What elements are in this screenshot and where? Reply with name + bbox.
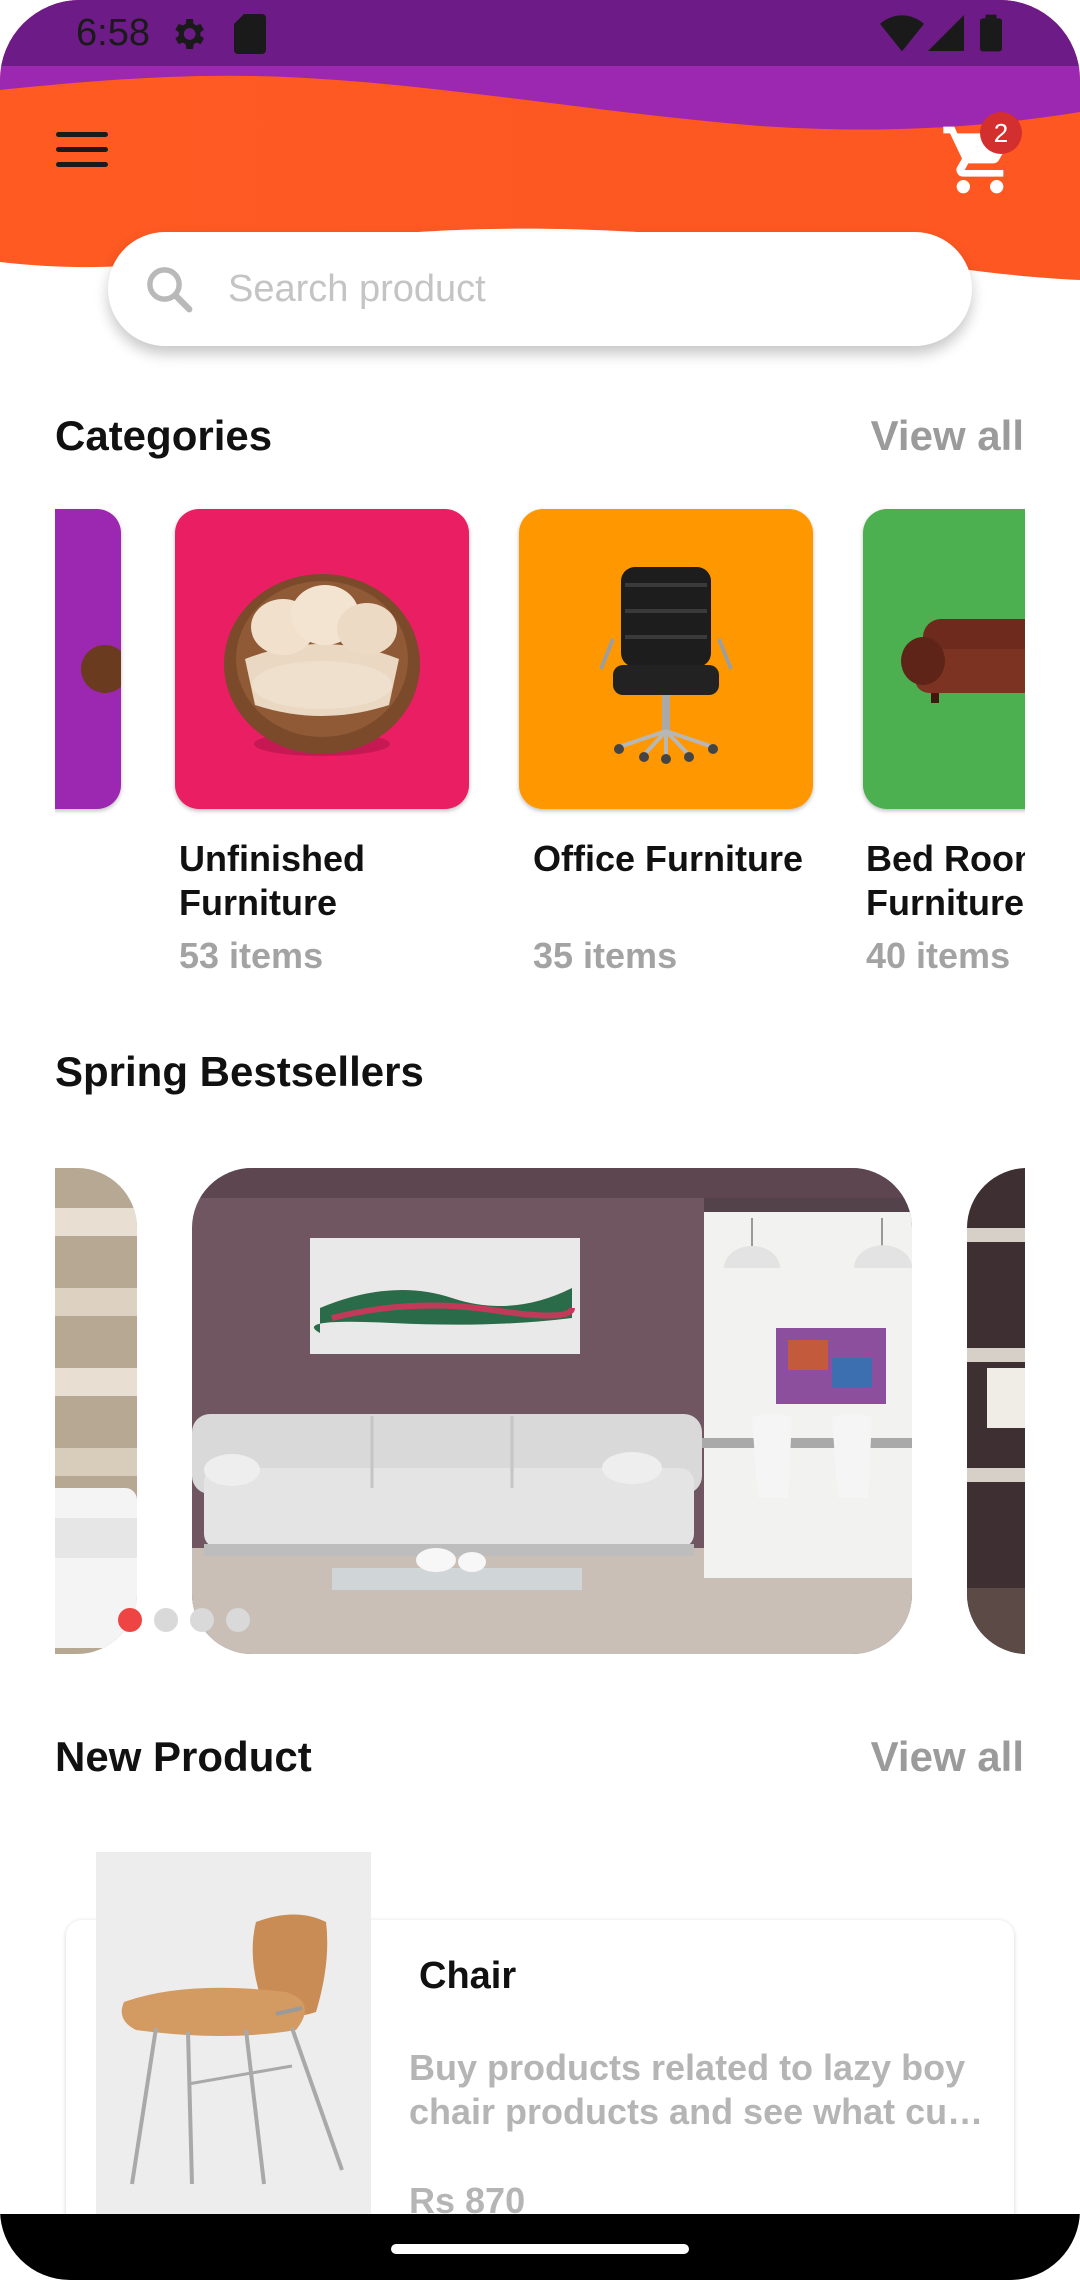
category-card-unfinished-furniture[interactable]: [175, 509, 469, 809]
cart-count-badge: 2: [980, 112, 1022, 154]
product-description-line: Buy products related to lazy boy: [409, 2047, 966, 2088]
search-icon: [147, 267, 193, 313]
wifi-icon: [880, 15, 924, 52]
carousel-dot[interactable]: [226, 1608, 250, 1632]
room-image: [967, 1168, 1025, 1654]
carousel-dot[interactable]: [190, 1608, 214, 1632]
category-name-line: Bed Room: [866, 838, 1025, 879]
categories-list: Unfinished Furniture 53 items Office Fur…: [55, 505, 1025, 985]
carousel-dot[interactable]: [118, 1608, 142, 1632]
category-name-line: Office Furniture: [533, 838, 804, 879]
product-description: Buy products related to lazy boy chair p…: [409, 2046, 989, 2134]
carousel-slide-active[interactable]: [192, 1168, 912, 1654]
category-name-line: Furniture: [179, 882, 337, 923]
category-name: Office Furniture: [533, 837, 803, 881]
category-name: Unfinished Furniture: [179, 837, 365, 925]
wicker-chair-image: [224, 574, 420, 756]
product-image[interactable]: [96, 1852, 371, 2252]
signal-icon: [928, 15, 964, 51]
carousel-slide-previous[interactable]: [55, 1168, 137, 1654]
home-gesture-handle[interactable]: [391, 2244, 689, 2254]
category-card-partial[interactable]: [55, 509, 121, 809]
category-count: 40 items: [866, 935, 1011, 976]
app-screen: 6:58 2 Categories: [0, 0, 1080, 2280]
carousel-dot[interactable]: [154, 1608, 178, 1632]
office-chair-image: [599, 567, 733, 764]
room-image: [55, 1168, 137, 1654]
search-input[interactable]: [228, 260, 928, 318]
leather-sofa-image: [901, 619, 1025, 703]
battery-icon: [980, 14, 1002, 52]
bestsellers-carousel[interactable]: [55, 1168, 1025, 1654]
navigation-bar: [0, 2214, 1080, 2280]
category-count: 35 items: [533, 935, 678, 976]
bestsellers-title: Spring Bestsellers: [55, 1048, 424, 1095]
status-time: 6:58: [76, 12, 150, 54]
category-name-line: Furniture: [866, 882, 1024, 923]
category-card-bed-room-furniture[interactable]: [863, 509, 1025, 809]
chair-image: [121, 1914, 344, 2185]
carousel-slide-next[interactable]: [967, 1168, 1025, 1654]
product-description-line: chair products and see what cu…: [409, 2091, 984, 2132]
status-bar: 6:58: [0, 0, 1080, 66]
category-card-office-furniture[interactable]: [519, 509, 813, 809]
category-name: Bed Room Furniture: [866, 837, 1025, 925]
menu-icon-bar: [56, 147, 108, 152]
categories-view-all-link[interactable]: View all: [871, 412, 1024, 460]
search-bar[interactable]: [108, 232, 972, 346]
settings-icon: [175, 19, 204, 49]
new-product-title: New Product: [55, 1733, 312, 1780]
menu-button[interactable]: [56, 132, 120, 182]
new-product-view-all-link[interactable]: View all: [871, 1733, 1024, 1781]
carousel-indicator: [118, 1608, 250, 1632]
product-name: Chair: [419, 1955, 517, 1997]
categories-title: Categories: [55, 412, 273, 459]
category-name-line: Unfinished: [179, 838, 365, 879]
sd-card-icon: [234, 14, 266, 54]
sofa-image: [81, 645, 121, 693]
living-room-image: [192, 1168, 912, 1654]
category-count: 53 items: [179, 935, 324, 976]
menu-icon-bar: [56, 162, 108, 167]
menu-icon-bar: [56, 132, 108, 137]
